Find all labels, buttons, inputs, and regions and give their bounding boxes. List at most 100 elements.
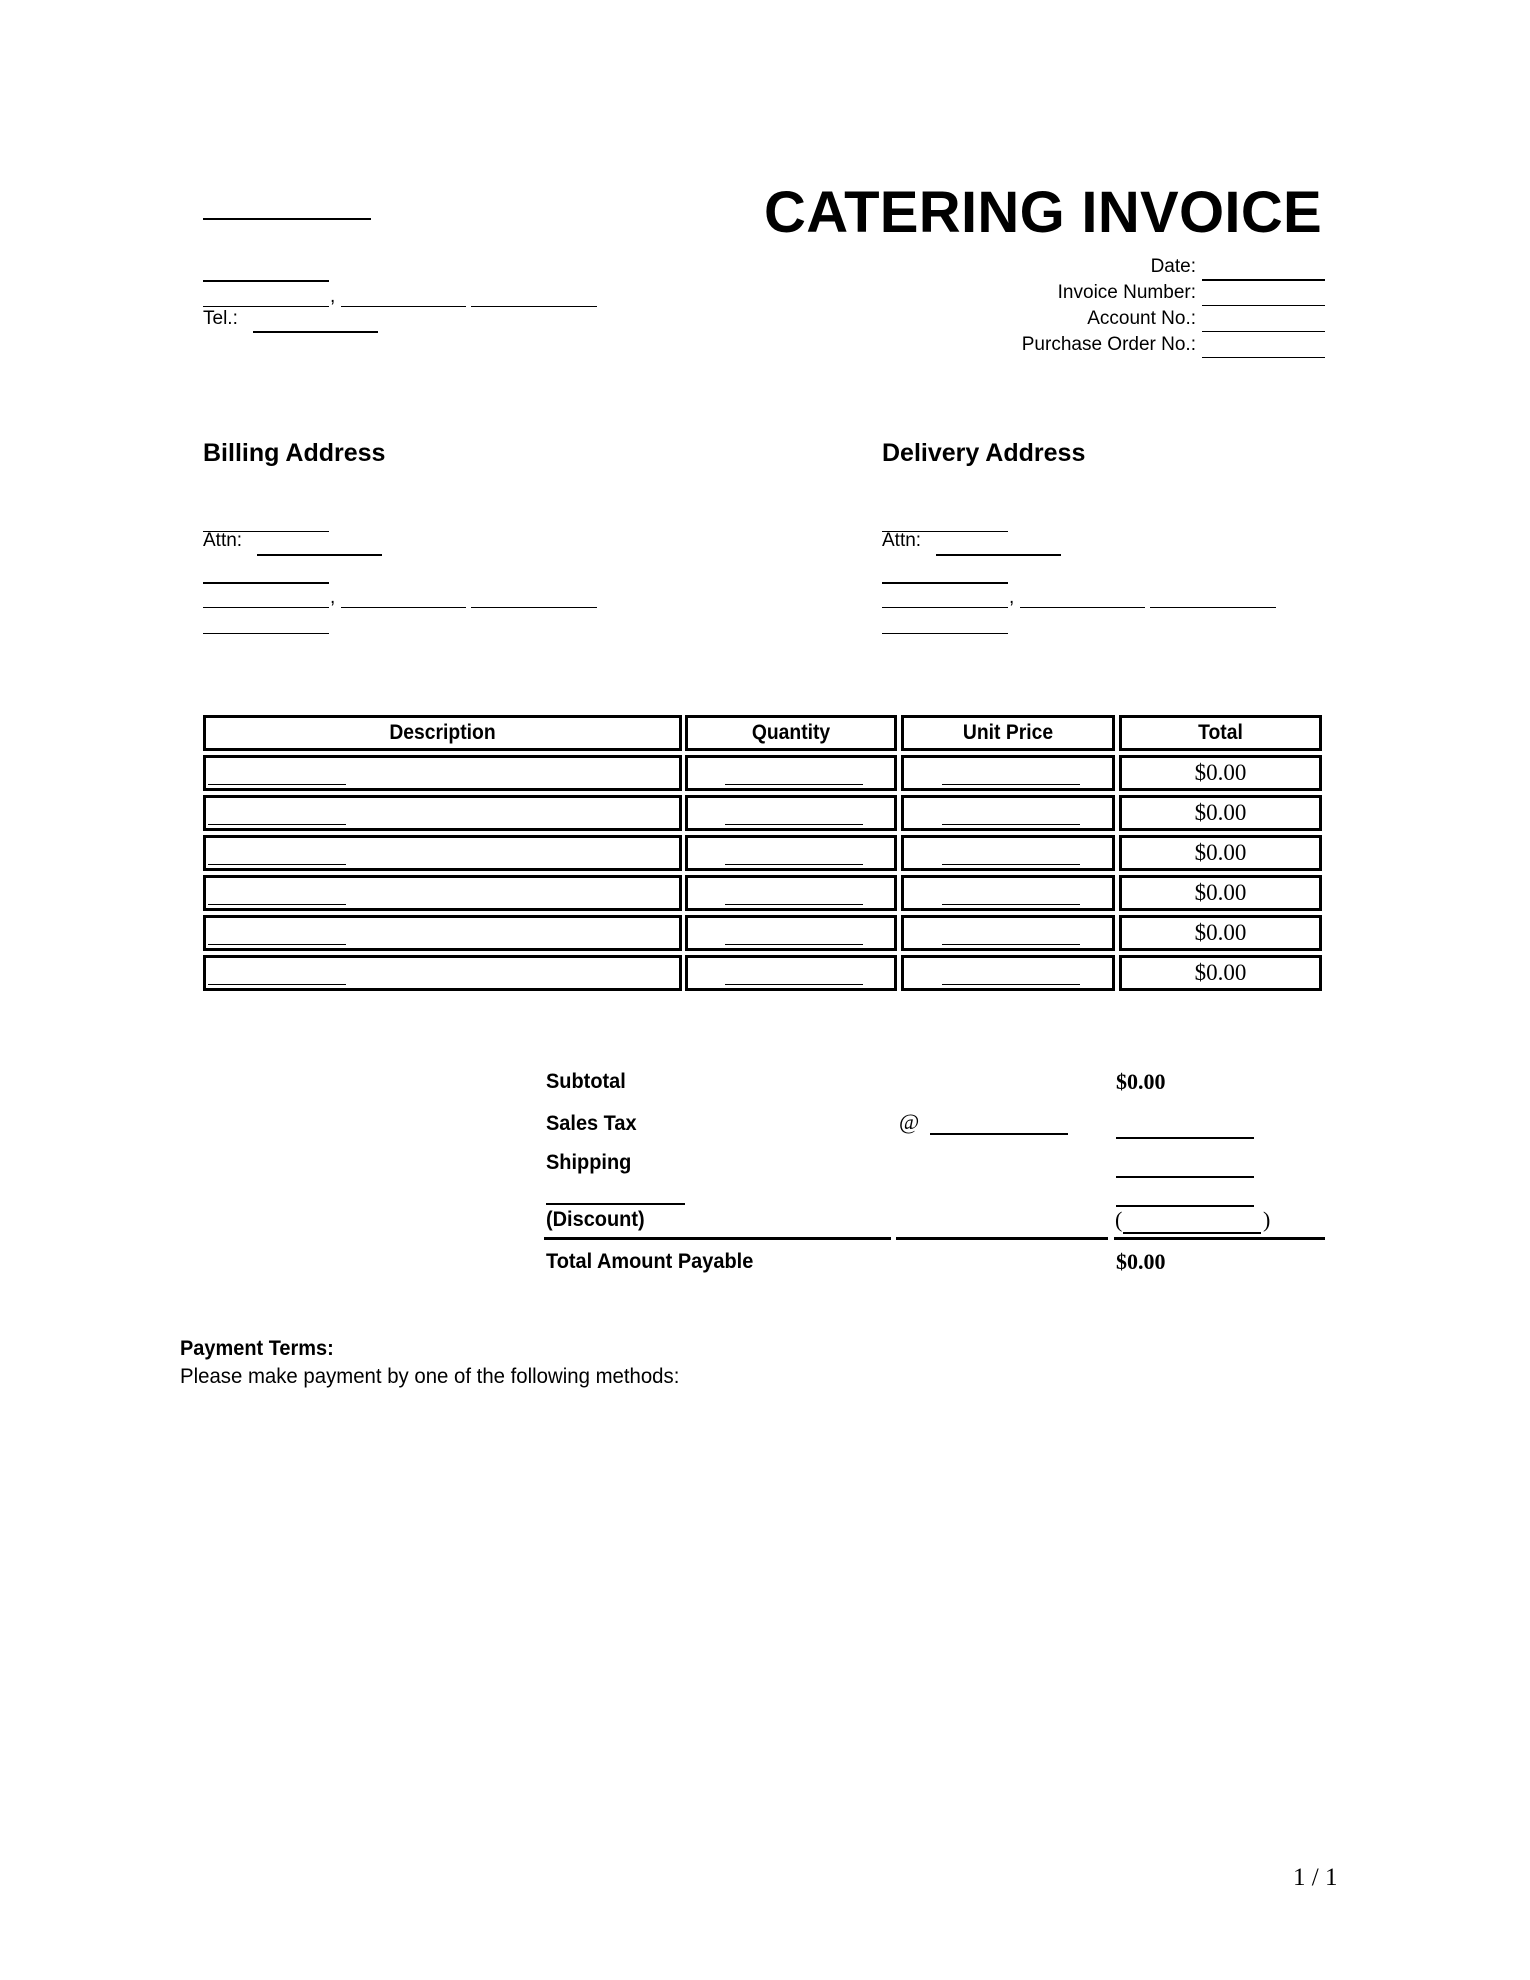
unit-price-input-field[interactable]: [942, 984, 1080, 985]
totals-divider-3: [1114, 1237, 1325, 1240]
document-title: CATERING INVOICE: [764, 180, 1322, 245]
unit-price-input-field[interactable]: [942, 864, 1080, 865]
billing-zip-field[interactable]: [471, 587, 597, 608]
table-cell-total: $0.00: [1119, 835, 1322, 871]
billing-attn-label: Attn:: [203, 530, 243, 551]
delivery-attn-label: Attn:: [882, 530, 922, 551]
table-cell-quantity[interactable]: [685, 915, 897, 951]
billing-attn-field[interactable]: [257, 534, 382, 556]
column-header-unit-price: Unit Price: [901, 715, 1115, 751]
delivery-company-field[interactable]: [882, 511, 1008, 532]
company-state-field[interactable]: [341, 286, 466, 307]
table-cell-total: $0.00: [1119, 955, 1322, 991]
table-cell-description[interactable]: [203, 875, 682, 911]
line-total-value: $0.00: [1194, 840, 1247, 865]
table-cell-description[interactable]: [203, 795, 682, 831]
table-cell-unit-price[interactable]: [901, 955, 1115, 991]
unit-price-input-field[interactable]: [942, 824, 1080, 825]
quantity-input-field[interactable]: [725, 784, 863, 785]
table-cell-unit-price[interactable]: [901, 875, 1115, 911]
discount-close-paren: ): [1263, 1207, 1271, 1232]
totals-divider-1: [544, 1237, 891, 1240]
total-amount-label: Total Amount Payable: [546, 1250, 754, 1273]
table-cell-quantity[interactable]: [685, 835, 897, 871]
table-cell-unit-price[interactable]: [901, 755, 1115, 791]
unit-price-input-field[interactable]: [942, 784, 1080, 785]
billing-street-field[interactable]: [203, 562, 329, 584]
table-cell-quantity[interactable]: [685, 955, 897, 991]
description-input-field[interactable]: [208, 784, 346, 785]
table-cell-description[interactable]: [203, 835, 682, 871]
sales-tax-rate-field[interactable]: [930, 1113, 1068, 1135]
delivery-address-heading: Delivery Address: [882, 439, 1086, 467]
unit-price-input-field[interactable]: [942, 944, 1080, 945]
table-cell-description[interactable]: [203, 915, 682, 951]
other-charge-label-field[interactable]: [546, 1183, 685, 1205]
quantity-input-field[interactable]: [725, 864, 863, 865]
table-cell-quantity[interactable]: [685, 755, 897, 791]
delivery-street-field[interactable]: [882, 562, 1008, 584]
table-cell-quantity[interactable]: [685, 795, 897, 831]
subtotal-value: $0.00: [1116, 1069, 1166, 1094]
tel-field[interactable]: [253, 311, 378, 333]
discount-value-field[interactable]: [1123, 1212, 1261, 1234]
delivery-state-field[interactable]: [1020, 587, 1145, 608]
invoice-meta-field[interactable]: [1202, 311, 1325, 332]
table-cell-unit-price[interactable]: [901, 795, 1115, 831]
billing-address-heading: Billing Address: [203, 439, 386, 467]
table-cell-total: $0.00: [1119, 795, 1322, 831]
quantity-input-field[interactable]: [725, 824, 863, 825]
totals-divider-2: [896, 1237, 1108, 1240]
total-amount-value: $0.00: [1116, 1249, 1166, 1274]
invoice-meta-field[interactable]: [1202, 337, 1325, 358]
invoice-meta-label: Invoice Number:: [1057, 282, 1196, 303]
delivery-zip-field[interactable]: [1150, 587, 1276, 608]
billing-state-field[interactable]: [341, 587, 466, 608]
table-cell-unit-price[interactable]: [901, 835, 1115, 871]
company-name-field[interactable]: [203, 198, 371, 220]
invoice-meta-label: Purchase Order No.:: [1021, 334, 1196, 355]
quantity-input-field[interactable]: [725, 944, 863, 945]
quantity-input-field[interactable]: [725, 984, 863, 985]
company-street-field[interactable]: [203, 260, 329, 282]
description-input-field[interactable]: [208, 824, 346, 825]
table-cell-description[interactable]: [203, 755, 682, 791]
table-cell-unit-price[interactable]: [901, 915, 1115, 951]
shipping-value-field[interactable]: [1116, 1156, 1254, 1178]
delivery-country-field[interactable]: [882, 613, 1008, 634]
company-city-field[interactable]: [203, 286, 329, 307]
other-charge-value-field[interactable]: [1116, 1185, 1254, 1207]
billing-country-field[interactable]: [203, 613, 329, 634]
column-header-label: Description: [389, 721, 496, 744]
unit-price-input-field[interactable]: [942, 904, 1080, 905]
invoice-meta-field[interactable]: [1202, 285, 1325, 306]
table-cell-description[interactable]: [203, 955, 682, 991]
billing-city-field[interactable]: [203, 587, 329, 608]
line-total-value: $0.00: [1194, 800, 1247, 825]
description-input-field[interactable]: [208, 864, 346, 865]
description-input-field[interactable]: [208, 944, 346, 945]
invoice-meta-label: Account No.:: [1087, 308, 1196, 329]
line-total-value: $0.00: [1194, 760, 1247, 785]
billing-company-field[interactable]: [203, 511, 329, 532]
line-total-value: $0.00: [1194, 880, 1247, 905]
description-input-field[interactable]: [208, 984, 346, 985]
table-cell-total: $0.00: [1119, 755, 1322, 791]
table-cell-quantity[interactable]: [685, 875, 897, 911]
quantity-input-field[interactable]: [725, 904, 863, 905]
table-cell-total: $0.00: [1119, 875, 1322, 911]
sales-tax-at: @: [899, 1109, 920, 1134]
delivery-city-field[interactable]: [882, 587, 1008, 608]
column-header-label: Total: [1198, 721, 1243, 744]
invoice-meta-label: Date:: [1150, 256, 1196, 277]
company-zip-field[interactable]: [471, 286, 597, 307]
delivery-attn-field[interactable]: [936, 534, 1061, 556]
line-total-value: $0.00: [1194, 920, 1247, 945]
billing-comma: ,: [330, 587, 336, 608]
payment-terms-text: Please make payment by one of the follow…: [180, 1365, 680, 1388]
description-input-field[interactable]: [208, 904, 346, 905]
discount-open-paren: (: [1115, 1207, 1123, 1232]
invoice-meta-field[interactable]: [1202, 259, 1325, 281]
payment-terms-heading: Payment Terms:: [180, 1337, 334, 1360]
sales-tax-value-field[interactable]: [1116, 1117, 1254, 1139]
